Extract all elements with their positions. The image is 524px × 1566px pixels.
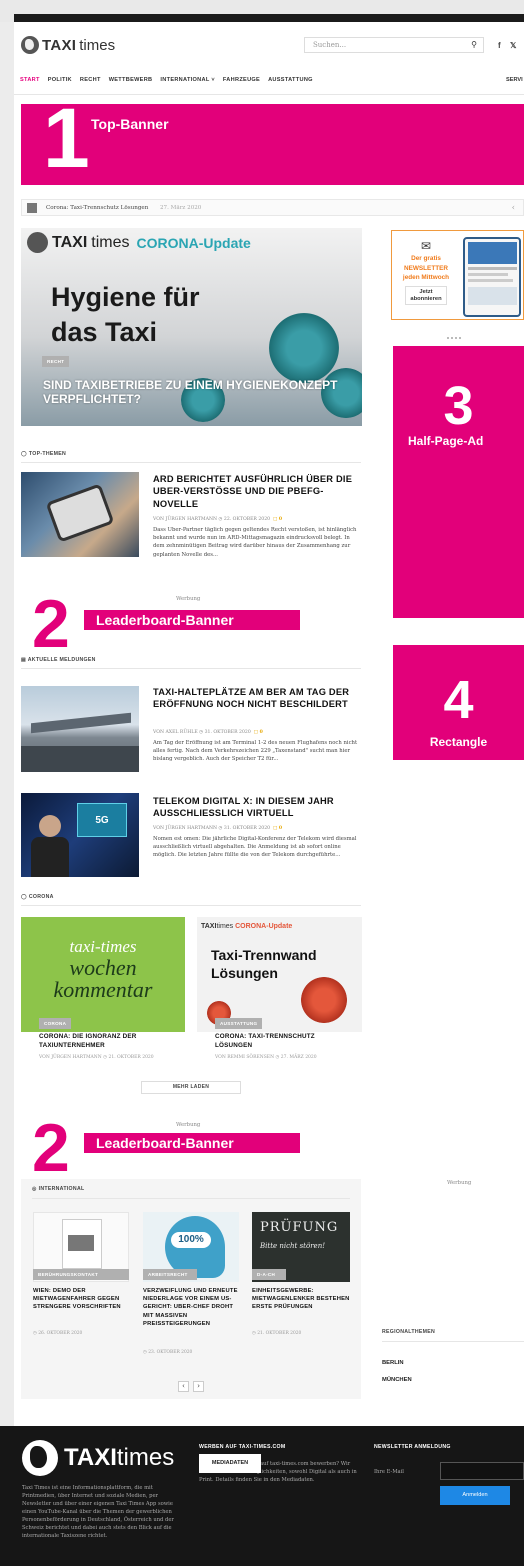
carousel-item-tag[interactable]: D-A-CH: [252, 1269, 286, 1280]
phone-mockup: [463, 237, 521, 317]
top-banner-ad[interactable]: 1 Top-Banner: [21, 96, 524, 185]
carousel-next-button[interactable]: ›: [193, 1381, 204, 1392]
card-meta: VON REMMI SÖRENSEN ◷ 27. MÄRZ 2020: [215, 1055, 317, 1060]
carousel-item-date: ◷ 26. OKTOBER 2020: [33, 1331, 83, 1336]
globe-logo-icon: [22, 1440, 58, 1476]
hero-tag[interactable]: RECHT: [42, 356, 70, 367]
article-title[interactable]: ARD BERICHTET AUSFÜHRLICH ÜBER DIE UBER-…: [153, 473, 358, 510]
card-tag[interactable]: CORONA: [39, 1018, 72, 1029]
carousel-item-title[interactable]: WIEN: DEMO DER MIETWAGENFAHRER GEGEN STR…: [33, 1287, 133, 1312]
carousel-item-date: ◷ 23. OKTOBER 2020: [143, 1350, 193, 1355]
article-image[interactable]: 5G: [21, 793, 139, 877]
carousel-item-date: ◷ 21. OKTOBER 2020: [252, 1331, 302, 1336]
subscribe-ad-button[interactable]: Jetzt abonnieren: [405, 286, 447, 306]
card-title[interactable]: CORONA: TAXI-TRENNSCHUTZ LÖSUNGEN: [215, 1033, 345, 1051]
globe-logo-icon: [21, 36, 39, 54]
subscribe-button[interactable]: Anmelden: [440, 1486, 510, 1505]
section-divider: [21, 462, 361, 463]
facebook-icon[interactable]: f: [498, 41, 501, 50]
envelope-icon: ✉: [420, 239, 432, 253]
hero-headline: Hygiene für das Taxi: [51, 282, 200, 347]
section-divider: [21, 668, 361, 669]
article-title[interactable]: TAXI-HALTEPLÄTZE AM BER AM TAG DER ERÖFF…: [153, 686, 358, 711]
region-link-muenchen[interactable]: MÜNCHEN: [382, 1377, 412, 1383]
site-footer: TAXItimes Taxi Times ist eine Informatio…: [0, 1426, 524, 1566]
rectangle-ad[interactable]: 4 Rectangle: [393, 645, 524, 760]
news-ticker[interactable]: Corona: Taxi-Trennschutz Lösungen 27. Mä…: [21, 199, 524, 216]
ad-label: Werbung: [176, 1122, 201, 1128]
nav-item-fahrzeuge[interactable]: FAHRZEUGE: [223, 77, 260, 83]
nav-item-politik[interactable]: POLITIK: [48, 77, 72, 83]
section-heading-meldungen: ▤ AKTUELLE MELDUNGEN: [21, 657, 96, 663]
nav-item-wettbewerb[interactable]: WETTBEWERB: [109, 77, 153, 83]
region-link-berlin[interactable]: BERLIN: [382, 1360, 404, 1366]
regional-heading: REGIONALTHEMEN: [382, 1329, 436, 1335]
browser-top-strip: [0, 0, 524, 22]
article-excerpt: Nomen est omen: Die jährliche Digital-Ko…: [153, 836, 357, 859]
article-image[interactable]: [21, 686, 139, 772]
section-heading-top-themen: ◯ TOP-THEMEN: [21, 451, 67, 457]
footer-heading-werben: WERBEN AUF TAXI-TIMES.COM: [199, 1444, 286, 1450]
article-meta: VON JÜRGEN HARTMANN ◷ 31. OKTOBER 2020 □…: [153, 826, 283, 831]
carousel-item-title[interactable]: EINHEITSGEWERBE: MIETWAGENLENKER BESTEHE…: [252, 1287, 352, 1312]
article-excerpt: Am Tag der Eröffnung ist am Terminal 1-2…: [153, 740, 358, 763]
twitter-icon[interactable]: 𝕏: [510, 41, 516, 50]
nav-divider: [14, 94, 524, 95]
footer-about: Taxi Times ist eine Informationsplattfor…: [22, 1485, 174, 1540]
article-meta: VON AXEL RÜHLE ◷ 31. OKTOBER 2020 □ 0: [153, 730, 263, 735]
carousel-item-tag[interactable]: BERÜHRUNGSKONTAKT: [33, 1269, 129, 1280]
ticker-icon: [27, 203, 37, 213]
article-excerpt: Dass Uber-Partner täglich gegen geltende…: [153, 527, 357, 558]
mediadaten-button[interactable]: MEDIADATEN: [199, 1454, 261, 1473]
nav-item-international[interactable]: INTERNATIONAL ˅: [160, 77, 214, 83]
virus-graphic: [269, 313, 339, 383]
nav-item-recht[interactable]: RECHT: [80, 77, 101, 83]
corona-card-image[interactable]: taxi-times wochen kommentar: [21, 917, 185, 1032]
carousel-prev-button[interactable]: ‹: [178, 1381, 189, 1392]
carousel-item-title[interactable]: VERZWEIFLUNG UND ERNEUTE NIEDERLAGE VOR …: [143, 1287, 243, 1328]
footer-logo[interactable]: TAXItimes: [22, 1440, 174, 1476]
footer-heading-newsletter: NEWSLETTER ANMELDUNG: [374, 1444, 451, 1450]
ticker-prev-icon[interactable]: ‹: [512, 203, 515, 212]
corona-card-image[interactable]: TAXItimes CORONA-Update Taxi-Trennwand L…: [197, 917, 362, 1032]
article-title[interactable]: TELEKOM DIGITAL X: IN DIESEM JAHR AUSSCH…: [153, 795, 358, 820]
main-nav: START POLITIK RECHT WETTBEWERB INTERNATI…: [20, 77, 313, 83]
carousel-item-tag[interactable]: ARBEITSRECHT: [143, 1269, 197, 1280]
newsletter-ad[interactable]: ✉ Der gratis NEWSLETTER jeden Mittwoch J…: [391, 230, 524, 320]
load-more-button[interactable]: MEHR LADEN: [141, 1081, 241, 1094]
email-field[interactable]: [440, 1462, 524, 1480]
half-page-ad[interactable]: 3 Half-Page-Ad: [393, 346, 524, 618]
nav-item-ausstattung[interactable]: AUSSTATTUNG: [268, 77, 313, 83]
section-divider: [382, 1341, 524, 1342]
hero-caption[interactable]: SIND TAXIBETRIEBE ZU EINEM HYGIENEKONZEP…: [43, 378, 362, 406]
email-label: Ihre E-Mail: [374, 1469, 404, 1475]
nav-item-start[interactable]: START: [20, 77, 40, 83]
card-title[interactable]: CORONA: DIE IGNORANZ DER TAXIUNTERNEHMER: [39, 1033, 169, 1051]
nav-item-service[interactable]: SERVI: [506, 77, 523, 83]
hero-brand: TAXI times CORONA-Update: [27, 232, 251, 253]
article-meta: VON JÜRGEN HARTMANN ◷ 22. OKTOBER 2020 □…: [153, 517, 283, 522]
section-heading-international: ◎ INTERNATIONAL: [32, 1186, 85, 1192]
card-meta: VON JÜRGEN HARTMANN ◷ 21. OKTOBER 2020: [39, 1055, 154, 1060]
section-divider: [21, 905, 361, 906]
search-icon[interactable]: ⚲: [471, 40, 477, 49]
ad-loading-dots: [447, 337, 461, 339]
search-input[interactable]: Suchen... ⚲: [304, 37, 484, 53]
ad-label: Werbung: [176, 596, 201, 602]
hero-article[interactable]: TAXI times CORONA-Update Hygiene für das …: [21, 228, 362, 426]
article-image[interactable]: [21, 472, 139, 557]
section-divider: [32, 1198, 350, 1199]
section-heading-corona: ◯ CORONA: [21, 894, 54, 900]
card-tag[interactable]: AUSSTATTUNG: [215, 1018, 263, 1029]
ad-label: Werbung: [447, 1180, 472, 1186]
site-logo[interactable]: TAXI times: [21, 36, 115, 54]
